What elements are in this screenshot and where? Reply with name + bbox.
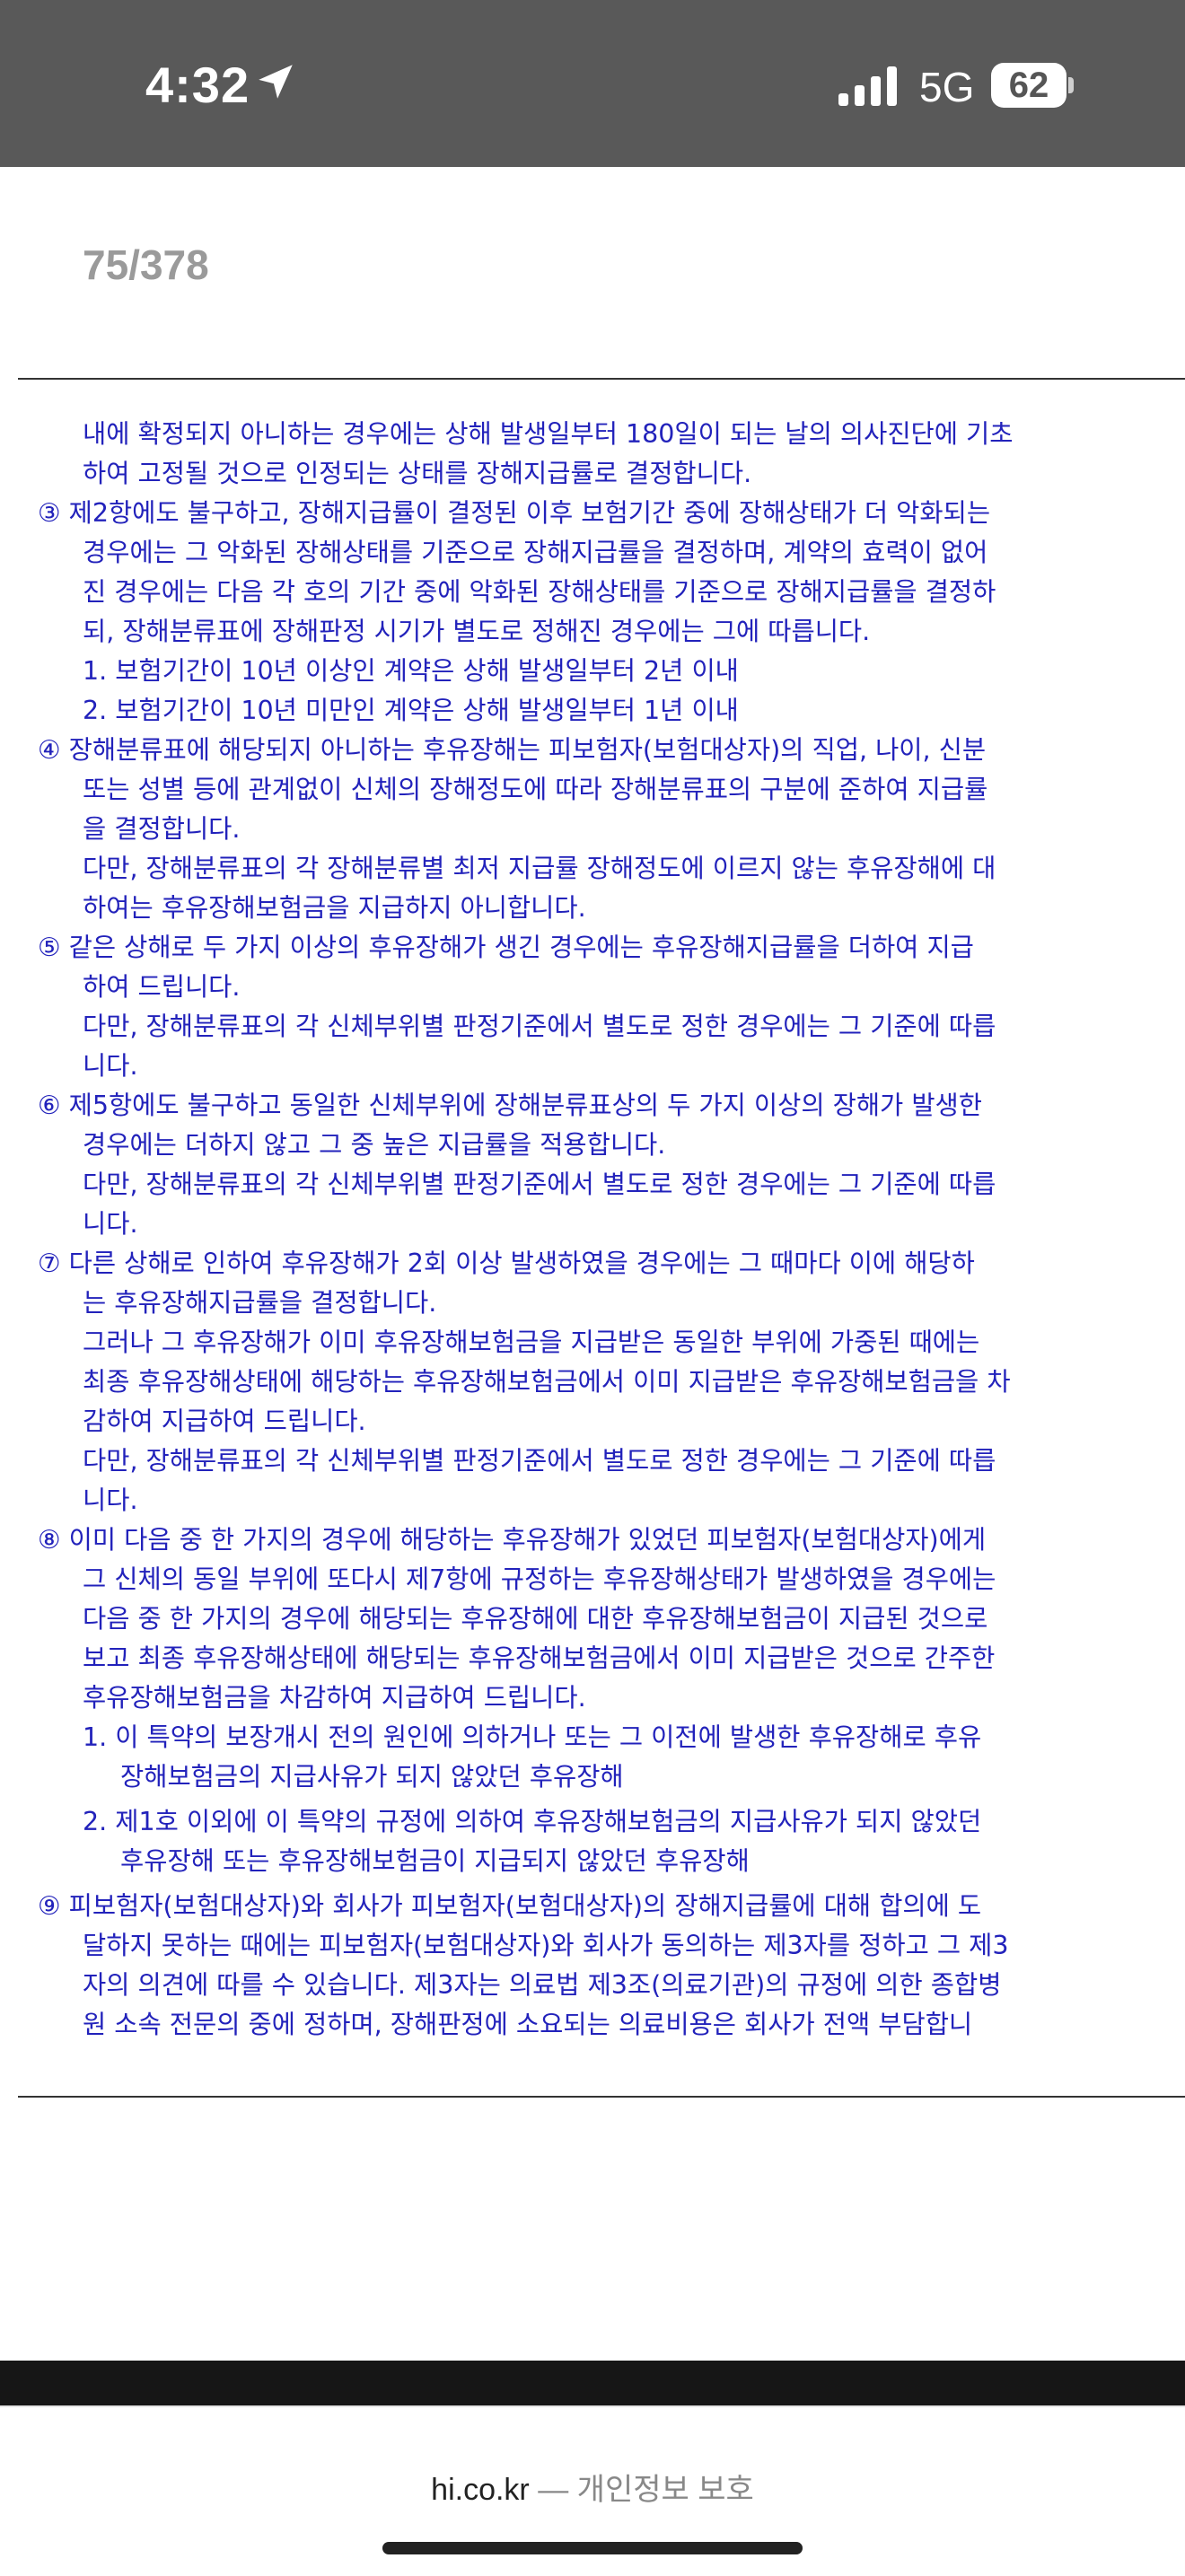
doc-line: 최종 후유장해상태에 해당하는 후유장해보험금에서 이미 지급받은 후유장해보험… <box>83 1367 1011 1397</box>
doc-line: 니다. <box>83 1209 138 1239</box>
doc-line: 다만, 장해분류표의 각 신체부위별 판정기준에서 별도로 정한 경우에는 그 … <box>83 1012 996 1041</box>
doc-line: 그 신체의 동일 부위에 또다시 제7항에 규정하는 후유장해상태가 발생하였을… <box>83 1564 996 1594</box>
doc-line: 1. 보험기간이 10년 이상인 계약은 상해 발생일부터 2년 이내 <box>83 656 739 686</box>
location-arrow-icon <box>259 65 293 99</box>
doc-line: 되, 장해분류표에 장해판정 시기가 별도로 정해진 경우에는 그에 따릅니다. <box>83 617 871 646</box>
doc-line: 원 소속 전문의 중에 정하며, 장해판정에 소요되는 의료비용은 회사가 전액… <box>83 2010 973 2039</box>
doc-line: 경우에는 그 악화된 장해상태를 기준으로 장해지급률을 결정하며, 계약의 효… <box>83 538 988 567</box>
doc-line: 다음 중 한 가지의 경우에 해당되는 후유장해에 대한 후유장해보험금이 지급… <box>83 1604 988 1634</box>
doc-line: 하여는 후유장해보험금을 지급하지 아니합니다. <box>83 893 586 923</box>
site-domain[interactable]: hi.co.kr <box>431 2473 530 2507</box>
doc-line: 장해보험금의 지급사유가 되지 않았던 후유장해 <box>120 1762 624 1792</box>
cellular-signal-icon <box>838 66 897 106</box>
browser-bottom-bar: hi.co.kr — 개인정보 보호 <box>0 2405 1185 2576</box>
page-divider-top <box>18 378 1185 380</box>
doc-line: 는 후유장해지급률을 결정합니다. <box>83 1288 437 1318</box>
home-indicator[interactable] <box>382 2542 803 2554</box>
url-bar[interactable]: hi.co.kr — 개인정보 보호 <box>0 2465 1185 2509</box>
doc-line: ⑦ 다른 상해로 인하여 후유장해가 2회 이상 발생하였을 경우에는 그 때마… <box>38 1249 975 1278</box>
doc-line: 2. 제1호 이외에 이 특약의 규정에 의하여 후유장해보험금의 지급사유가 … <box>83 1807 982 1836</box>
doc-line: 진 경우에는 다음 각 호의 기간 중에 악화된 장해상태를 기준으로 장해지급… <box>83 577 996 607</box>
doc-line: 감하여 지급하여 드립니다. <box>83 1406 366 1436</box>
doc-line: ③ 제2항에도 불구하고, 장해지급률이 결정된 이후 보험기간 중에 장해상태… <box>38 498 991 528</box>
doc-line: ⑤ 같은 상해로 두 가지 이상의 후유장해가 생긴 경우에는 후유장해지급률을… <box>38 933 974 962</box>
doc-line: ⑥ 제5항에도 불구하고 동일한 신체부위에 장해분류표상의 두 가지 이상의 … <box>38 1091 982 1120</box>
privacy-label: 개인정보 보호 <box>576 2473 754 2507</box>
clock-time: 4:32 <box>145 57 250 113</box>
doc-line: 또는 성별 등에 관계없이 신체의 장해정도에 따라 장해분류표의 구분에 준하… <box>83 775 988 804</box>
doc-line: 자의 의견에 따를 수 있습니다. 제3자는 의료법 제3조(의료기관)의 규정… <box>83 1970 1002 2000</box>
battery-icon: 62 <box>991 63 1066 108</box>
doc-line: 1. 이 특약의 보장개시 전의 원인에 의하거나 또는 그 이전에 발생한 후… <box>83 1722 982 1752</box>
doc-line: 다만, 장해분류표의 각 신체부위별 판정기준에서 별도로 정한 경우에는 그 … <box>83 1446 996 1476</box>
doc-line: 다만, 장해분류표의 각 신체부위별 판정기준에서 별도로 정한 경우에는 그 … <box>83 1170 996 1199</box>
status-bar: 4:32 5G 62 <box>0 0 1185 167</box>
doc-line: 후유장해보험금을 차감하여 지급하여 드립니다. <box>83 1683 586 1713</box>
doc-line: ④ 장해분류표에 해당되지 아니하는 후유장해는 피보험자(보험대상자)의 직업… <box>38 735 987 765</box>
doc-line: 다만, 장해분류표의 각 장해분류별 최저 지급률 장해정도에 이르지 않는 후… <box>83 854 996 883</box>
doc-line: ⑨ 피보험자(보험대상자)와 회사가 피보험자(보험대상자)의 장해지급률에 대… <box>38 1891 982 1921</box>
doc-line: 니다. <box>83 1485 138 1515</box>
doc-line: 내에 확정되지 아니하는 경우에는 상해 발생일부터 180일이 되는 날의 의… <box>83 419 1014 449</box>
doc-line: 경우에는 더하지 않고 그 중 높은 지급률을 적용합니다. <box>83 1130 666 1160</box>
doc-line: 2. 보험기간이 10년 미만인 계약은 상해 발생일부터 1년 이내 <box>83 696 739 725</box>
doc-line: 후유장해 또는 후유장해보험금이 지급되지 않았던 후유장해 <box>120 1846 750 1876</box>
doc-line: ⑧ 이미 다음 중 한 가지의 경우에 해당하는 후유장해가 있었던 피보험자(… <box>38 1525 987 1555</box>
battery-level: 62 <box>1008 65 1049 105</box>
doc-line: 그러나 그 후유장해가 이미 후유장해보험금을 지급받은 동일한 부위에 가중된… <box>83 1327 980 1357</box>
doc-line: 보고 최종 후유장해상태에 해당되는 후유장해보험금에서 이미 지급받은 것으로… <box>83 1643 996 1673</box>
doc-line: 니다. <box>83 1051 138 1081</box>
doc-line: 을 결정합니다. <box>83 814 241 844</box>
doc-line: 하여 고정될 것으로 인정되는 상태를 장해지급률로 결정합니다. <box>83 459 752 488</box>
doc-line: 하여 드립니다. <box>83 972 241 1002</box>
doc-line: 달하지 못하는 때에는 피보험자(보험대상자)와 회사가 동의하는 제3자를 정… <box>83 1931 1009 1960</box>
page-divider-bottom <box>18 2096 1185 2098</box>
page-counter: 75/378 <box>83 241 209 288</box>
url-separator: — <box>538 2473 569 2507</box>
network-type: 5G <box>919 64 975 110</box>
battery-nub <box>1068 77 1074 93</box>
toolbar-strip <box>0 2361 1185 2405</box>
